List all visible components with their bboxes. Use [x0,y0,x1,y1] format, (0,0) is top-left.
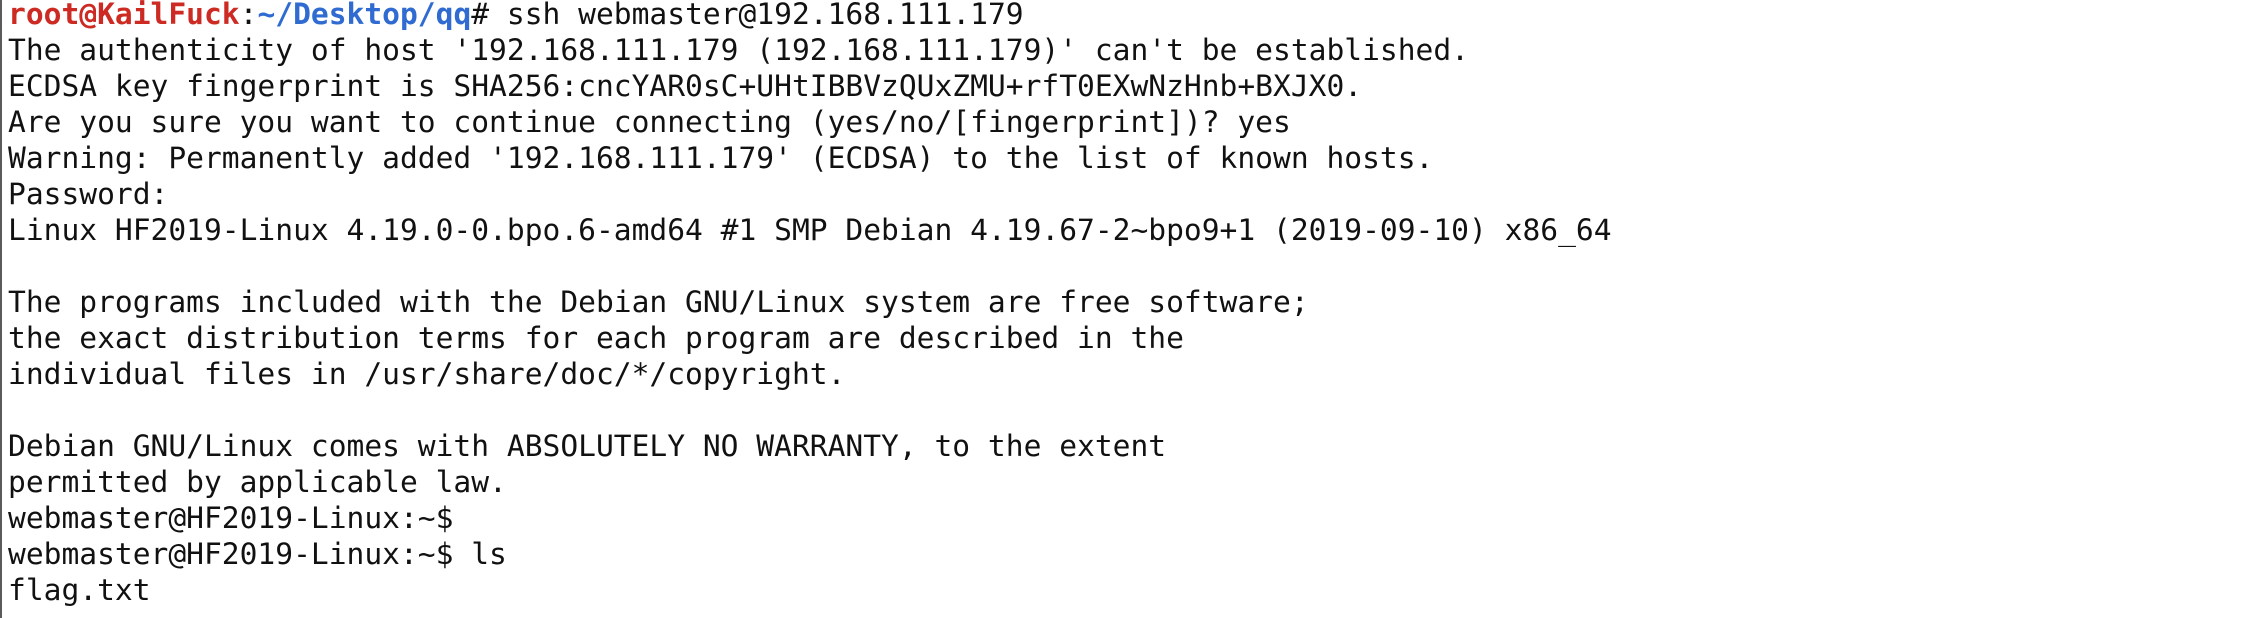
output-text: permitted by applicable law. [8,465,507,499]
output-text: The programs included with the Debian GN… [8,285,1309,319]
terminal-line: Are you sure you want to continue connec… [8,104,1612,140]
terminal-window[interactable]: root@KailFuck:~/Desktop/qq# ssh webmaste… [0,0,2258,618]
prompt-user-host: root@KailFuck [8,0,240,31]
terminal-line: webmaster@HF2019-Linux:~$ ls [8,536,1612,572]
terminal-line: ECDSA key fingerprint is SHA256:cncYAR0s… [8,68,1612,104]
output-text: The authenticity of host '192.168.111.17… [8,33,1469,67]
output-text: Password: [8,177,169,211]
terminal-line: individual files in /usr/share/doc/*/cop… [8,356,1612,392]
terminal-line: Warning: Permanently added '192.168.111.… [8,140,1612,176]
output-text: individual files in /usr/share/doc/*/cop… [8,357,846,391]
output-text: Debian GNU/Linux comes with ABSOLUTELY N… [8,429,1167,463]
output-text: the exact distribution terms for each pr… [8,321,1184,355]
terminal-line: The authenticity of host '192.168.111.17… [8,32,1612,68]
terminal-line: Debian GNU/Linux comes with ABSOLUTELY N… [8,428,1612,464]
terminal-line: The programs included with the Debian GN… [8,284,1612,320]
command-line: root@KailFuck:~/Desktop/qq# ssh webmaste… [8,0,1612,32]
terminal-line: Linux HF2019-Linux 4.19.0-0.bpo.6-amd64 … [8,212,1612,248]
output-text: Warning: Permanently added '192.168.111.… [8,141,1434,175]
output-text: ECDSA key fingerprint is SHA256:cncYAR0s… [8,69,1363,103]
terminal-line: Password: [8,176,1612,212]
output-text: # ssh webmaster@192.168.111.179 [471,0,1024,31]
terminal-output[interactable]: root@KailFuck:~/Desktop/qq# ssh webmaste… [8,0,1612,608]
terminal-line: flag.txt [8,572,1612,608]
terminal-line: webmaster@HF2019-Linux:~$ [8,500,1612,536]
output-text: Linux HF2019-Linux 4.19.0-0.bpo.6-amd64 … [8,213,1612,247]
output-text: : [239,0,258,31]
output-text: Are you sure you want to continue connec… [8,105,1291,139]
output-text: webmaster@HF2019-Linux:~$ [8,501,454,535]
output-text: flag.txt [8,573,151,607]
prompt-path: ~/Desktop/qq [257,0,472,31]
output-text: webmaster@HF2019-Linux:~$ ls [8,537,507,571]
terminal-line: the exact distribution terms for each pr… [8,320,1612,356]
terminal-line: permitted by applicable law. [8,464,1612,500]
